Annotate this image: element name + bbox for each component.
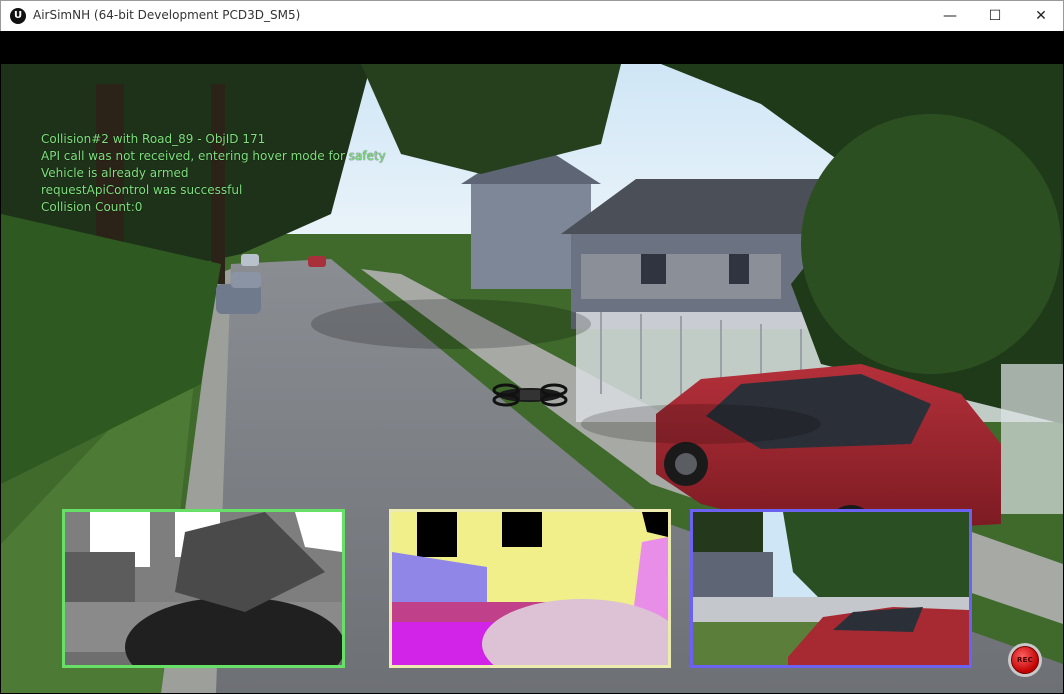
record-button[interactable]: REC xyxy=(1008,643,1042,677)
hud-line: requestApiControl was successful xyxy=(41,183,243,197)
hud-line: API call was not received, entering hove… xyxy=(41,149,386,163)
maximize-icon: ☐ xyxy=(988,8,1002,24)
hud-messages: Collision#2 with Road_89 - ObjID 171 API… xyxy=(41,131,386,216)
close-button[interactable]: ✕ xyxy=(1018,1,1064,31)
title-bar[interactable]: U AirSimNH (64-bit Development PCD3D_SM5… xyxy=(0,0,1064,31)
close-icon: ✕ xyxy=(1035,8,1047,24)
game-viewport[interactable]: Collision#2 with Road_89 - ObjID 171 API… xyxy=(1,31,1063,693)
minimize-icon: — xyxy=(943,8,957,24)
record-icon: REC xyxy=(1011,646,1039,674)
hud-line: Collision Count:0 xyxy=(41,200,143,214)
maximize-button[interactable]: ☐ xyxy=(972,1,1018,31)
segmentation-subwindow xyxy=(389,509,671,668)
scene-camera-subwindow xyxy=(690,509,972,668)
hud-line: Vehicle is already armed xyxy=(41,166,189,180)
hud-line: Collision#2 with Road_89 - ObjID 171 xyxy=(41,132,266,146)
window-title: AirSimNH (64-bit Development PCD3D_SM5) xyxy=(33,8,301,22)
depth-subwindow xyxy=(62,509,345,668)
minimize-button[interactable]: — xyxy=(927,1,973,31)
unreal-logo-icon: U xyxy=(10,8,26,24)
